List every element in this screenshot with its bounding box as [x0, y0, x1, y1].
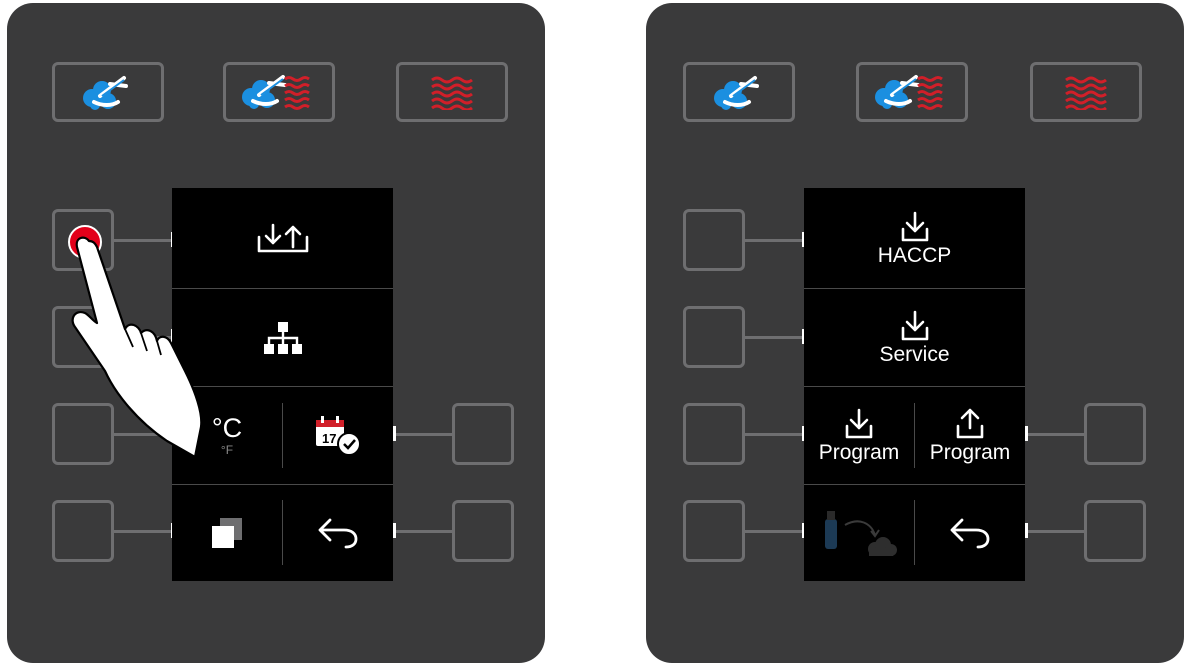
connector-line — [114, 530, 172, 533]
usb-cloud-cell — [804, 485, 914, 581]
connector-line — [745, 239, 803, 242]
steam-icon — [714, 76, 759, 110]
back-cell[interactable] — [915, 485, 1025, 581]
fahrenheit-label: °F — [220, 443, 234, 457]
import-export-icon — [257, 223, 308, 253]
combi-mode-button[interactable] — [856, 62, 968, 122]
date-time-cell[interactable]: 17 — [283, 387, 393, 484]
connector-line — [396, 433, 453, 436]
connector-line — [745, 336, 803, 339]
download-icon — [901, 310, 928, 341]
program-upload-cell[interactable]: Program — [915, 387, 1025, 484]
usb-cloud-icon — [825, 511, 897, 556]
upload-icon — [956, 408, 984, 439]
combi-steam-heat-icon — [875, 75, 943, 110]
program-download-cell[interactable]: Program — [804, 387, 914, 484]
hot-air-icon — [1065, 76, 1107, 110]
service-label: Service — [879, 343, 950, 366]
side-button-left-1[interactable] — [683, 209, 745, 271]
program-download-label: Program — [818, 441, 900, 464]
hot-air-mode-button[interactable] — [396, 62, 508, 122]
copy-cell[interactable] — [172, 485, 282, 581]
calendar-clock-icon: 17 — [316, 415, 361, 456]
service-download-cell[interactable]: Service — [804, 289, 1025, 386]
connector-line — [1028, 433, 1085, 436]
control-panel-left: °C °F 17 — [7, 3, 545, 663]
download-icon — [845, 408, 873, 439]
program-upload-label: Program — [929, 441, 1011, 464]
combi-steam-heat-icon — [242, 75, 310, 110]
haccp-download-cell[interactable]: HACCP — [804, 188, 1025, 288]
network-icon — [263, 321, 302, 354]
haccp-label: HACCP — [877, 243, 952, 267]
steam-icon — [83, 76, 128, 110]
pointing-hand-icon — [71, 236, 203, 459]
download-icon — [901, 211, 928, 241]
steam-mode-button[interactable] — [52, 62, 164, 122]
connector-line — [745, 530, 803, 533]
hot-air-icon — [431, 76, 473, 110]
side-button-left-4[interactable] — [683, 500, 745, 562]
connector-line — [745, 433, 803, 436]
side-button-right-4[interactable] — [1084, 500, 1146, 562]
side-button-left-2[interactable] — [683, 306, 745, 368]
celsius-label: °C — [211, 413, 243, 443]
combi-mode-button[interactable] — [223, 62, 335, 122]
control-panel-right: HACCP Service Program Program — [646, 3, 1184, 663]
connector-line — [396, 530, 453, 533]
connector-line — [1028, 530, 1085, 533]
display-screen: HACCP Service Program Program — [804, 188, 1025, 581]
side-button-left-4[interactable] — [52, 500, 114, 562]
back-icon — [950, 518, 990, 549]
back-cell[interactable] — [283, 485, 393, 581]
side-button-right-4[interactable] — [452, 500, 514, 562]
hot-air-mode-button[interactable] — [1030, 62, 1142, 122]
back-icon — [318, 518, 358, 549]
side-button-left-3[interactable] — [683, 403, 745, 465]
copy-icon — [212, 518, 242, 548]
side-button-right-3[interactable] — [452, 403, 514, 465]
side-button-right-3[interactable] — [1084, 403, 1146, 465]
steam-mode-button[interactable] — [683, 62, 795, 122]
svg-text:17: 17 — [322, 431, 336, 446]
